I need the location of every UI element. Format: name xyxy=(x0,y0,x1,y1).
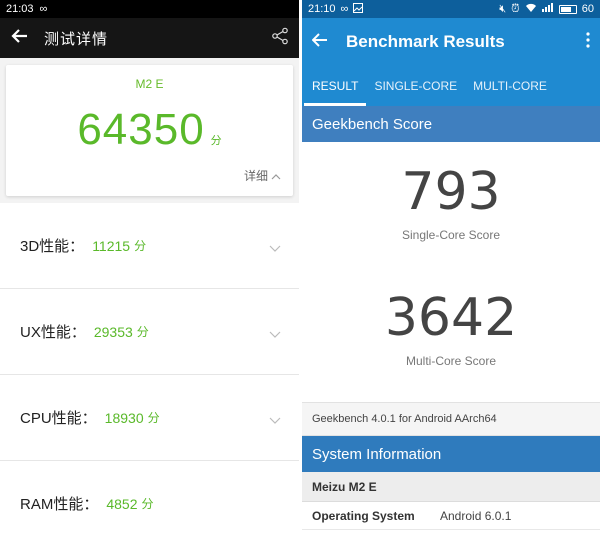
sub-score-list: 3D性能： 11215 分 UX性能： 29353 分 CPU性能： 18930… xyxy=(0,203,299,533)
row-unit: 分 xyxy=(136,325,149,339)
detail-toggle[interactable]: 详细 xyxy=(244,167,281,184)
status-time: 21:03 xyxy=(6,3,34,15)
status-bar: 21:10 ∞ 🔇︎ ⏰︎ 60 xyxy=(302,0,600,18)
image-notification-icon xyxy=(353,2,364,16)
back-arrow-icon[interactable] xyxy=(311,32,328,52)
infinity-icon: ∞ xyxy=(340,3,349,15)
row-value: 4852 xyxy=(106,495,138,512)
app-header: 测试详情 xyxy=(0,18,299,58)
battery-icon xyxy=(558,4,577,14)
version-info: Geekbench 4.0.1 for Android AArch64 xyxy=(302,402,600,436)
system-info-row: Operating System Android 6.0.1 xyxy=(302,502,600,530)
multi-core-label: Multi-Core Score xyxy=(405,354,497,368)
device-name: M2 E xyxy=(135,77,164,91)
tab-multi-core[interactable]: MULTI-CORE xyxy=(465,66,555,106)
total-score-value: 64350 xyxy=(77,105,205,154)
wifi-icon xyxy=(525,3,537,16)
alarm-icon: ⏰︎ xyxy=(511,2,520,15)
infinity-icon: ∞ xyxy=(39,3,48,15)
page-title: 测试详情 xyxy=(44,30,109,48)
row-unit: 分 xyxy=(147,411,160,425)
chevron-up-icon xyxy=(271,169,281,183)
row-unit: 分 xyxy=(134,239,147,253)
mute-icon: 🔇︎ xyxy=(499,2,507,15)
row-unit: 分 xyxy=(141,497,154,511)
system-info-key: Operating System xyxy=(312,508,415,523)
battery-level: 60 xyxy=(581,3,594,15)
chevron-down-icon xyxy=(269,412,281,430)
tab-single-core[interactable]: SINGLE-CORE xyxy=(366,66,465,106)
status-bar: 21:03 ∞ 🔇︎ ⏰︎ 62 xyxy=(0,0,299,18)
back-arrow-icon[interactable] xyxy=(10,28,28,49)
chevron-down-icon xyxy=(269,326,281,344)
system-info-value: Android 6.0.1 xyxy=(440,508,512,523)
row-label: RAM性能： xyxy=(20,496,99,513)
row-label: CPU性能： xyxy=(20,410,97,427)
geekbench-panel: 21:10 ∞ 🔇︎ ⏰︎ 60 Benchmark Results RESUL… xyxy=(302,0,600,533)
row-value: 11215 xyxy=(92,237,131,254)
row-label: UX性能： xyxy=(20,324,86,341)
app-bar-title: Benchmark Results xyxy=(346,32,505,51)
sub-score-row-3d[interactable]: 3D性能： 11215 分 xyxy=(0,203,299,289)
row-label: 3D性能： xyxy=(20,238,85,255)
single-core-score: 793 xyxy=(401,162,501,222)
antutu-panel: 21:03 ∞ 🔇︎ ⏰︎ 62 测试详情 M2 E 64350 分 xyxy=(0,0,299,533)
sub-score-row-ux[interactable]: UX性能： 29353 分 xyxy=(0,289,299,375)
app-bar: Benchmark Results xyxy=(302,18,600,66)
geekbench-score-header: Geekbench Score xyxy=(302,106,600,142)
chevron-down-icon xyxy=(269,240,281,258)
share-icon[interactable] xyxy=(271,27,289,50)
total-score-unit: 分 xyxy=(210,135,222,147)
single-core-label: Single-Core Score xyxy=(401,228,501,242)
signal-icon xyxy=(541,3,554,15)
tab-bar: RESULT SINGLE-CORE MULTI-CORE xyxy=(302,66,600,106)
sub-score-row-ram[interactable]: RAM性能： 4852 分 xyxy=(0,461,299,533)
tab-result[interactable]: RESULT xyxy=(304,66,367,106)
system-info-header: System Information xyxy=(302,436,600,472)
score-area: 793 Single-Core Score 3642 Multi-Core Sc… xyxy=(302,142,600,402)
sub-score-row-cpu[interactable]: CPU性能： 18930 分 xyxy=(0,375,299,461)
total-score-card: M2 E 64350 分 详细 xyxy=(6,65,293,196)
row-value: 18930 xyxy=(104,409,144,426)
more-options-icon[interactable] xyxy=(586,31,590,53)
row-value: 29353 xyxy=(93,323,133,340)
status-time: 21:10 xyxy=(308,3,336,15)
detail-label: 详细 xyxy=(243,169,268,183)
total-score: 64350 分 xyxy=(6,105,293,155)
device-model: Meizu M2 E xyxy=(302,472,600,502)
multi-core-score: 3642 xyxy=(384,288,518,348)
